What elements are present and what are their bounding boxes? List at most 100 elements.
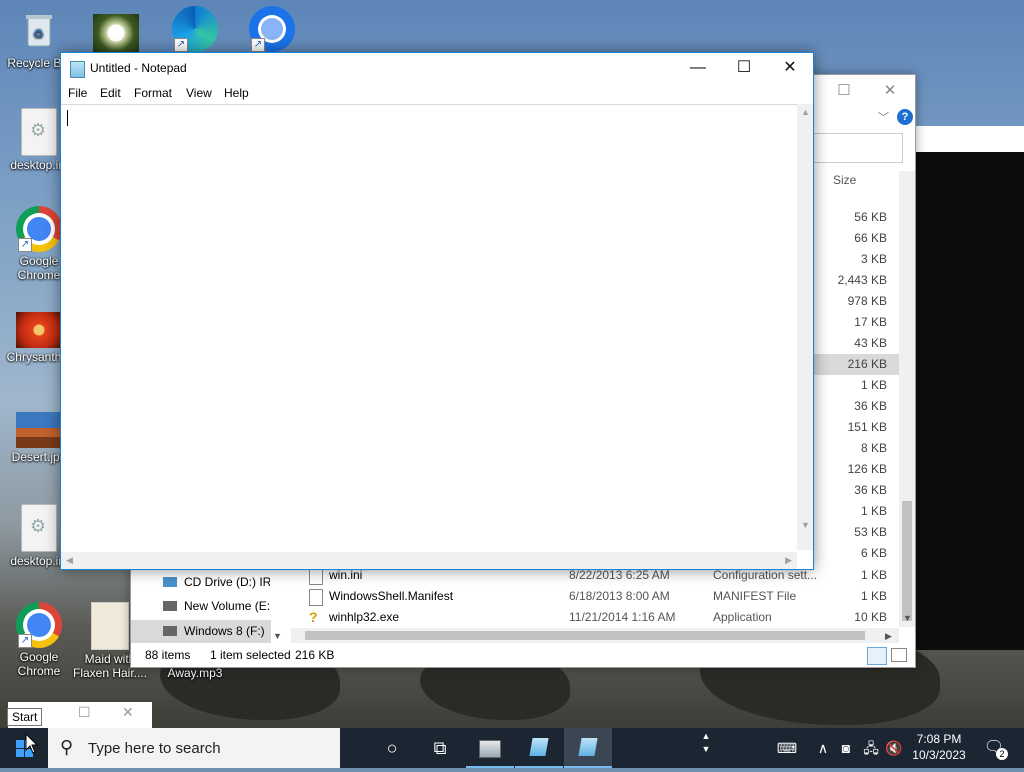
desktop-icon-google-chrome-2[interactable]: ↗ Google Chrome — [0, 602, 78, 678]
notepad-window[interactable]: Untitled - Notepad — ☐ ✕ File Edit Forma… — [60, 52, 814, 570]
selection-size: 216 KB — [295, 648, 335, 662]
notepad-icon — [70, 61, 85, 78]
show-hidden-icons-chevron-icon[interactable]: ∧ — [814, 728, 832, 768]
taskbar-notepad-active-icon[interactable] — [564, 728, 612, 768]
taskbar-scroll-icon[interactable]: ▲ ▼ — [698, 730, 714, 770]
shortcut-arrow-icon: ↗ — [18, 238, 32, 252]
task-view-icon[interactable]: ⧉ — [416, 728, 464, 768]
item-count: 88 items — [145, 648, 191, 662]
network-icon[interactable]: 🖧 — [860, 728, 882, 768]
maximize-icon[interactable]: ☐ — [821, 79, 867, 103]
close-icon[interactable]: ✕ — [867, 79, 913, 103]
mouse-cursor-icon — [25, 733, 39, 754]
horizontal-scrollbar[interactable]: ◀ ▶ — [61, 552, 797, 569]
drive-icon — [163, 626, 177, 636]
text-caret — [67, 110, 68, 126]
nav-item-windows-8[interactable]: Windows 8 (F:) — [131, 620, 271, 643]
nav-item-label: Windows 8 (F:) — [184, 624, 265, 638]
scroll-up-icon[interactable]: ▲ — [801, 107, 810, 117]
nav-item-new-volume[interactable]: New Volume (E:) — [131, 595, 271, 618]
menu-edit[interactable]: Edit — [100, 86, 121, 100]
desktop-icon-away-mp3[interactable]: Away.mp3 — [156, 666, 234, 680]
close-button[interactable]: ✕ — [767, 53, 813, 83]
taskbar-clock[interactable]: 7:08 PM 10/3/2023 — [904, 731, 974, 763]
clock-date: 10/3/2023 — [912, 748, 966, 762]
file-type: MANIFEST File — [713, 589, 797, 603]
scroll-right-icon[interactable]: ▶ — [785, 555, 792, 566]
desktop-icon-flower[interactable] — [77, 14, 155, 54]
scrollbar-thumb[interactable] — [902, 501, 912, 621]
config-file-icon — [309, 568, 323, 585]
file-date: 11/21/2014 1:16 AM — [569, 610, 676, 624]
file-name: WindowsShell.Manifest — [329, 589, 454, 603]
search-input[interactable] — [811, 133, 903, 163]
svg-text:♻: ♻ — [33, 27, 44, 41]
window-title: Untitled - Notepad — [90, 61, 187, 75]
menu-bar: File Edit Format View Help — [61, 83, 813, 103]
vertical-scrollbar[interactable] — [899, 171, 915, 627]
scroll-right-icon[interactable]: ▶ — [885, 631, 892, 642]
search-placeholder: Type here to search — [88, 740, 221, 757]
details-view-icon[interactable] — [867, 647, 887, 665]
nav-scroll-down-icon[interactable]: ▼ — [273, 631, 282, 641]
taskbar-notepad-icon[interactable] — [515, 728, 563, 768]
settings-file-icon — [21, 504, 57, 552]
text-editor-area[interactable] — [61, 104, 805, 551]
title-bar[interactable]: Untitled - Notepad — ☐ ✕ — [61, 53, 813, 83]
edge-icon: ↗ — [172, 6, 218, 52]
start-tooltip: Start — [7, 708, 43, 726]
recycle-bin-icon: ♻ — [16, 8, 62, 54]
menu-format[interactable]: Format — [134, 86, 172, 100]
drive-icon — [163, 601, 177, 611]
background-window-strip — [914, 126, 1024, 152]
keyboard-icon[interactable]: ⌨ — [772, 728, 802, 768]
cortana-icon[interactable]: ○ — [368, 728, 416, 768]
taskbar-search-box[interactable]: ⚲ Type here to search — [48, 728, 340, 768]
desktop-icon-chrome-beta[interactable]: ↗ — [233, 6, 311, 54]
desktop-icon-edge[interactable]: ↗ — [156, 6, 234, 54]
chrome-icon: ↗ — [16, 602, 62, 648]
taskbar: ⚲ Type here to search ○ ⧉ ▲ ▼ ⌨ ∧ ◙ 🖧 🔇 7… — [0, 728, 1024, 768]
table-row[interactable]: ? winhlp32.exe 11/21/2014 1:16 AM Applic… — [291, 607, 899, 628]
maximize-button[interactable]: ☐ — [721, 53, 767, 83]
column-header-size[interactable]: Size — [833, 173, 856, 187]
maximize-icon[interactable]: ☐ — [78, 704, 91, 721]
cd-drive-icon — [163, 577, 177, 587]
scroll-down-icon[interactable]: ▼ — [801, 520, 810, 530]
desktop-icon-label: Away.mp3 — [167, 666, 223, 680]
webcam-icon[interactable]: ◙ — [836, 728, 856, 768]
menu-file[interactable]: File — [68, 86, 87, 100]
notification-count-badge: 2 — [996, 748, 1008, 760]
chevron-down-icon[interactable]: ﹀ — [878, 109, 889, 125]
large-icons-view-icon[interactable] — [891, 648, 907, 662]
search-icon: ⚲ — [60, 737, 74, 757]
scroll-left-icon[interactable]: ◀ — [66, 555, 73, 566]
start-button[interactable] — [0, 728, 48, 768]
menu-help[interactable]: Help — [224, 86, 249, 100]
menu-view[interactable]: View — [186, 86, 212, 100]
chrysanthemum-image-icon — [16, 312, 62, 348]
status-bar: 88 items 1 item selected 216 KB — [131, 643, 915, 667]
shortcut-arrow-icon: ↗ — [18, 634, 32, 648]
desert-image-icon — [16, 412, 62, 448]
file-name: winhlp32.exe — [329, 610, 400, 624]
settings-file-icon — [21, 108, 57, 156]
help-icon[interactable]: ? — [897, 109, 913, 125]
vertical-scrollbar[interactable]: ▲ ▼ — [797, 104, 813, 550]
volume-muted-icon[interactable]: 🔇 — [884, 728, 904, 768]
shortcut-arrow-icon: ↗ — [251, 38, 265, 52]
nav-item-label: New Volume (E:) — [184, 599, 270, 613]
chrome-beta-icon: ↗ — [249, 6, 295, 52]
nav-item-cd-drive[interactable]: CD Drive (D:) IR5 — [131, 571, 271, 594]
minimize-button[interactable]: — — [675, 53, 721, 83]
close-icon[interactable]: ✕ — [122, 704, 134, 721]
scroll-down-icon[interactable]: ▼ — [903, 613, 912, 623]
file-date: 6/18/2013 8:00 AM — [569, 589, 670, 603]
clock-time: 7:08 PM — [916, 732, 962, 746]
table-row[interactable]: WindowsShell.Manifest 6/18/2013 8:00 AM … — [291, 586, 899, 607]
horizontal-scrollbar[interactable] — [291, 628, 899, 643]
taskbar-file-explorer-icon[interactable] — [466, 728, 514, 768]
scrollbar-thumb[interactable] — [305, 631, 865, 640]
desktop-icon-label: Google Chrome — [17, 650, 61, 678]
dark-window-background — [914, 150, 1024, 650]
